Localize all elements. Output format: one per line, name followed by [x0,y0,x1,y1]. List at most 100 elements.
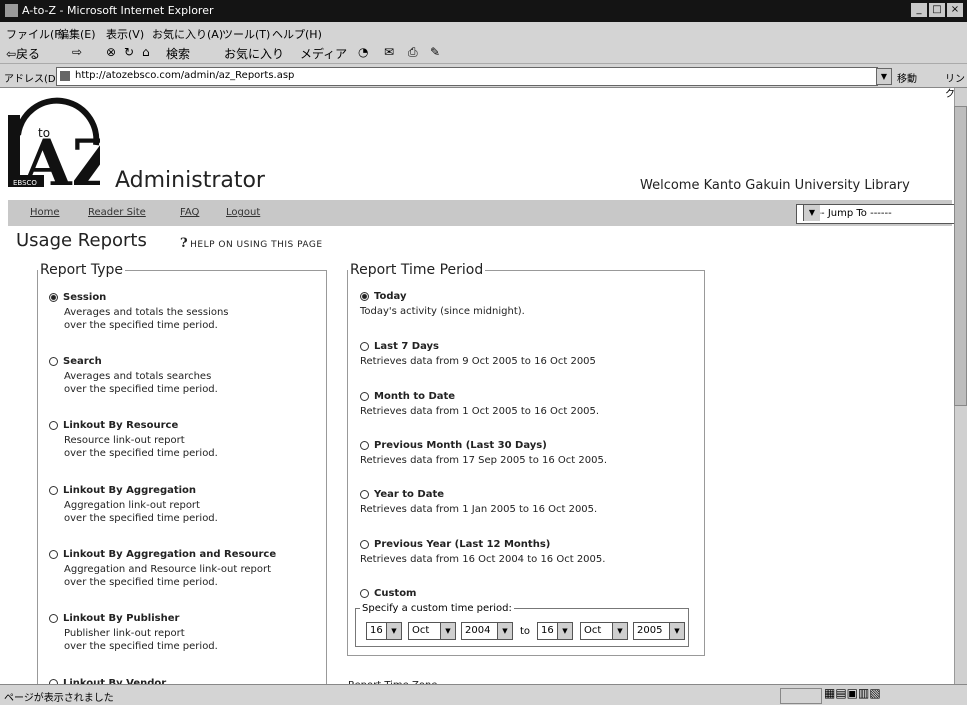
time-option-custom[interactable]: Custom [360,588,416,600]
option-desc: Retrieves data from 17 Sep 2005 to 16 Oc… [360,454,608,466]
radio-button[interactable] [49,357,58,366]
from-year-select[interactable]: 2004 ▼ [461,622,513,640]
minimize-button[interactable]: _ [911,3,927,17]
menu-favorites[interactable]: お気に入り(A) [152,26,223,42]
report-type-option-linkout-aggregation[interactable]: Linkout By Aggregation Aggregation link-… [49,485,218,525]
address-url: http://atozebsco.com/admin/az_Reports.as… [75,70,295,81]
chevron-down-icon: ▼ [440,623,455,639]
radio-button[interactable] [49,486,58,495]
status-text: ページが表示されました [4,693,114,704]
radio-button[interactable] [49,421,58,430]
radio-button[interactable] [360,540,369,549]
report-type-option-linkout-aggregation-resource[interactable]: Linkout By Aggregation and Resource Aggr… [49,549,276,589]
nav-reader-site-link[interactable]: Reader Site [88,207,146,218]
time-option-today[interactable]: Today Today's activity (since midnight). [360,291,525,318]
menu-file[interactable]: ファイル(F) [6,26,65,42]
option-label: Today [374,291,407,302]
go-button[interactable]: 移動 [897,70,917,85]
time-period-legend: Report Time Period [350,262,484,278]
nav-bar: Home Reader Site FAQ Logout ------ Jump … [8,200,958,226]
radio-button[interactable] [360,589,369,598]
chevron-down-icon: ▼ [612,623,627,639]
print-icon[interactable]: ⎙ [408,45,418,60]
option-label: Linkout By Resource [63,420,179,431]
radio-button[interactable] [49,550,58,559]
nav-faq-link[interactable]: FAQ [180,207,199,218]
option-desc: over the specified time period. [64,383,218,395]
header-title: Administrator [115,168,265,193]
time-option-previous-year[interactable]: Previous Year (Last 12 Months) Retrieves… [360,539,605,566]
option-desc: Resource link-out report [64,434,185,446]
radio-button[interactable] [360,490,369,499]
time-option-year-to-date[interactable]: Year to Date Retrieves data from 1 Jan 2… [360,489,597,516]
history-icon[interactable]: ◔ [358,45,368,59]
chevron-down-icon: ▼ [669,623,684,639]
atoz-logo: AZ to EBSCO [8,95,118,201]
to-month-select[interactable]: Oct ▼ [580,622,628,640]
select-value: 16 [370,625,383,636]
status-bar: ページが表示されました ▦▤▣▥▧ [0,684,967,705]
close-button[interactable]: × [947,3,963,17]
option-desc: Aggregation and Resource link-out report [64,563,271,575]
to-label: to [520,626,531,637]
option-desc: over the specified time period. [64,640,218,652]
chevron-down-icon: ▼ [803,205,820,221]
nav-logout-link[interactable]: Logout [226,207,260,218]
option-label: Linkout By Aggregation and Resource [63,549,277,560]
to-day-select[interactable]: 16 ▼ [537,622,573,640]
status-pane [780,688,822,704]
report-type-option-linkout-publisher[interactable]: Linkout By Publisher Publisher link-out … [49,613,218,653]
maximize-button[interactable]: □ [929,3,945,17]
report-type-option-linkout-resource[interactable]: Linkout By Resource Resource link-out re… [49,420,218,460]
search-button[interactable]: 検索 [166,45,190,62]
option-label: Previous Month (Last 30 Days) [374,440,547,451]
stop-icon[interactable]: ⊗ [106,45,116,59]
menu-help[interactable]: ヘルプ(H) [272,26,322,42]
option-desc: over the specified time period. [64,447,218,459]
select-value: 16 [541,625,554,636]
menu-view[interactable]: 表示(V) [106,26,144,42]
browser-toolbar: ⇦戻る ⇨ ⊗ ↻ ⌂ 検索 お気に入り メディア ◔ ✉ ⎙ ✎ [0,42,967,64]
option-label: Linkout By Aggregation [63,485,197,496]
refresh-icon[interactable]: ↻ [124,45,134,59]
option-desc: over the specified time period. [64,512,218,524]
mail-icon[interactable]: ✉ [384,45,394,59]
page-title: Usage Reports [16,230,147,251]
address-input[interactable]: http://atozebsco.com/admin/az_Reports.as… [56,67,878,86]
address-bar: アドレス(D) http://atozebsco.com/admin/az_Re… [0,64,967,100]
time-option-last-7-days[interactable]: Last 7 Days Retrieves data from 9 Oct 20… [360,341,596,368]
home-icon[interactable]: ⌂ [142,45,150,59]
time-option-previous-month[interactable]: Previous Month (Last 30 Days) Retrieves … [360,440,607,467]
back-button[interactable]: ⇦戻る [6,45,40,62]
radio-button[interactable] [49,293,58,302]
favorites-button[interactable]: お気に入り [224,45,284,62]
option-label: Linkout By Publisher [63,613,180,624]
radio-button[interactable] [360,292,369,301]
page-icon [60,71,70,81]
menu-tools[interactable]: ツール(T) [222,26,270,42]
nav-home-link[interactable]: Home [30,207,60,218]
forward-button[interactable]: ⇨ [72,45,82,59]
chevron-down-icon: ▼ [557,623,572,639]
scrollbar-thumb[interactable] [954,106,967,406]
to-year-select[interactable]: 2005 ▼ [633,622,685,640]
edit-icon[interactable]: ✎ [430,45,440,59]
jump-to-select[interactable]: ------ Jump To ------ ▼ [796,204,958,224]
time-option-month-to-date[interactable]: Month to Date Retrieves data from 1 Oct … [360,391,599,418]
from-day-select[interactable]: 16 ▼ [366,622,402,640]
welcome-text: Welcome Kanto Gakuin University Library [640,178,910,193]
report-type-option-session[interactable]: Session Averages and totals the sessions… [49,292,229,332]
radio-button[interactable] [360,392,369,401]
menu-edit[interactable]: 編集(E) [58,26,96,42]
radio-button[interactable] [360,441,369,450]
from-month-select[interactable]: Oct ▼ [408,622,456,640]
option-desc: over the specified time period. [64,576,218,588]
report-type-option-search[interactable]: Search Averages and totals searches over … [49,356,218,396]
radio-button[interactable] [360,342,369,351]
radio-button[interactable] [49,614,58,623]
address-dropdown-icon[interactable]: ▼ [876,68,892,85]
media-button[interactable]: メディア [300,45,347,62]
menu-bar: ファイル(F) 編集(E) 表示(V) お気に入り(A) ツール(T) ヘルプ(… [0,22,967,42]
help-link[interactable]: ? HELP ON USING THIS PAGE [180,236,323,251]
option-label: Session [63,292,107,303]
